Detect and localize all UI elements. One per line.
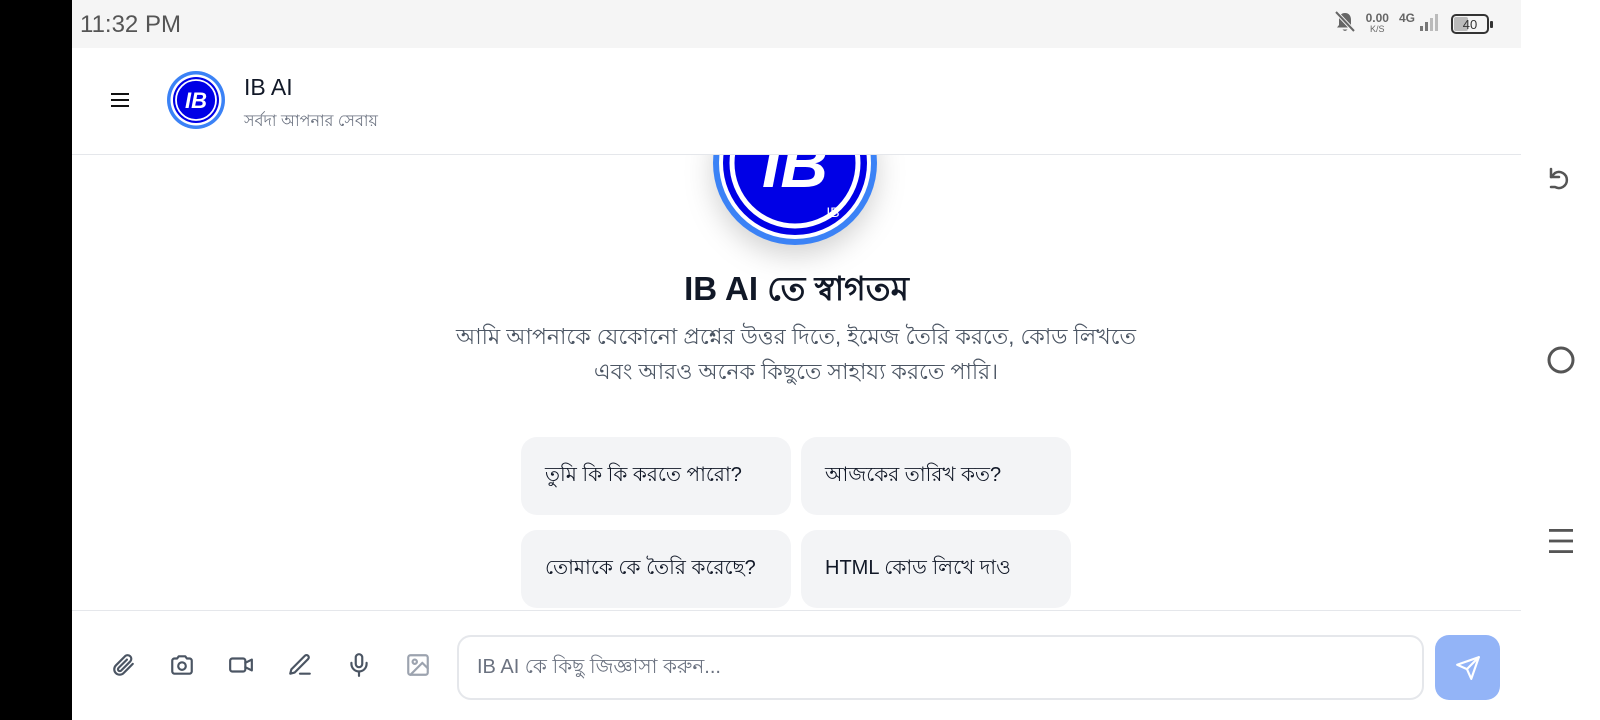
welcome-logo-mark: IB: [826, 204, 839, 220]
welcome-title: IB AI তে স্বাগতম: [684, 270, 909, 307]
image-icon: [407, 654, 429, 676]
video-icon: [229, 657, 253, 673]
chat-area: IB IB IB AI তে স্বাগতম আমি আপনাকে যেকোনো…: [72, 155, 1521, 610]
send-button[interactable]: [1435, 635, 1500, 700]
status-icons: 0.00 K/S 4G 40: [1334, 10, 1493, 39]
home-circle-icon: [1547, 346, 1575, 374]
network-type: 4G: [1398, 11, 1415, 25]
camera-icon: [171, 655, 193, 675]
video-button[interactable]: [224, 648, 258, 682]
network-speed-value: 0.00: [1365, 11, 1389, 25]
welcome-logo-letters: IB: [762, 155, 828, 201]
suggestion-chip[interactable]: HTML কোড লিখে দাও: [801, 530, 1071, 608]
attach-icon: [113, 654, 134, 676]
camera-button[interactable]: [165, 648, 199, 682]
recents-menu-icon: [1549, 529, 1573, 553]
suggestion-chip[interactable]: তুমি কি কি করতে পারো?: [521, 437, 791, 515]
suggestion-chip[interactable]: আজকের তারিখ কত?: [801, 437, 1071, 515]
back-arrow-icon: [1549, 167, 1569, 190]
welcome-description: আমি আপনাকে যেকোনো প্রশ্নের উত্তর দিতে, ই…: [456, 324, 1136, 384]
draw-button[interactable]: [283, 648, 317, 682]
signal-icon: [1419, 12, 1441, 37]
battery-icon: 40: [1451, 14, 1493, 34]
attach-button[interactable]: [106, 648, 140, 682]
message-input[interactable]: [457, 635, 1424, 700]
image-button[interactable]: [401, 648, 435, 682]
status-time: 11:32 PM: [80, 11, 181, 38]
app-logo-avatar: IB: [167, 71, 225, 129]
microphone-icon: [350, 653, 368, 677]
nav-back-button[interactable]: [1541, 159, 1581, 199]
bell-muted-icon: [1334, 10, 1356, 39]
system-navigation-bar: [1521, 0, 1600, 720]
status-bar: 11:32 PM 0.00 K/S 4G 40: [72, 0, 1521, 48]
app-screen: 11:32 PM 0.00 K/S 4G 40 IB IB AI সর্বদা …: [72, 0, 1521, 720]
left-black-bar: [0, 0, 72, 720]
welcome-logo: IB IB: [713, 155, 877, 245]
pen-icon: [289, 654, 311, 675]
app-subtitle: সর্বদা আপনার সেবায়: [244, 113, 378, 130]
battery-level: 40: [1462, 16, 1478, 32]
app-title: IB AI: [244, 74, 293, 100]
suggestion-chip[interactable]: তোমাকে কে তৈরি করেছে?: [521, 530, 791, 608]
composer-bar: [72, 610, 1521, 720]
nav-recents-button[interactable]: [1541, 521, 1581, 561]
logo-letters: IB: [185, 88, 207, 113]
send-icon: [1455, 655, 1480, 680]
network-speed-unit: K/S: [1370, 24, 1385, 34]
nav-home-button[interactable]: [1541, 340, 1581, 380]
hamburger-menu-icon: [111, 93, 129, 107]
network-speed: 0.00 K/S: [1365, 11, 1389, 35]
voice-button[interactable]: [342, 648, 376, 682]
app-header: IB IB AI সর্বদা আপনার সেবায়: [72, 48, 1521, 155]
menu-button[interactable]: [102, 84, 138, 116]
